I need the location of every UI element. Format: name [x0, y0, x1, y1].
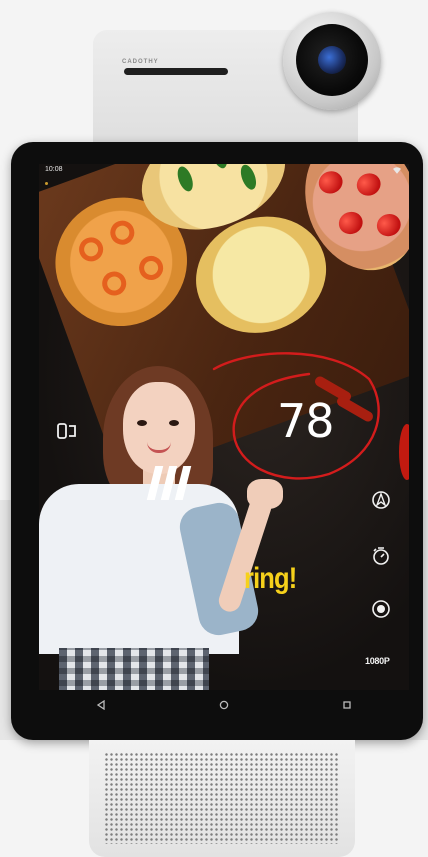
pepper-topping	[75, 233, 107, 265]
pepper-topping	[135, 252, 167, 284]
tomato-edge	[399, 424, 409, 480]
status-indicator-dot	[45, 182, 48, 185]
tomato-topping	[373, 210, 404, 240]
promo-text: ring!	[244, 562, 297, 595]
recents-square-icon	[343, 701, 351, 709]
speaker-grille	[104, 752, 338, 844]
basil-topping	[174, 164, 196, 194]
navigation-button[interactable]	[370, 489, 392, 511]
person-face	[123, 382, 195, 474]
timer-button[interactable]	[370, 545, 392, 567]
switch-camera-icon[interactable]	[56, 420, 78, 442]
tomato-topping	[335, 208, 366, 238]
eye	[169, 420, 179, 426]
stripe-graphic	[146, 466, 192, 502]
privacy-slot	[124, 68, 228, 75]
screen[interactable]: 10:08 ring! 78 1080P	[39, 164, 409, 690]
recents-button[interactable]	[337, 695, 357, 715]
smile	[147, 442, 171, 453]
back-button[interactable]	[91, 695, 111, 715]
timer-icon	[373, 547, 389, 565]
chili-pepper	[335, 394, 375, 424]
back-triangle-icon	[96, 700, 105, 710]
tomato-topping	[315, 167, 346, 197]
pepper-topping	[106, 217, 138, 249]
home-circle-icon	[219, 700, 229, 710]
person-hand	[247, 479, 283, 509]
navigation-icon	[372, 491, 390, 509]
status-time: 10:08	[45, 166, 63, 173]
pepper-topping	[98, 268, 130, 299]
basil-topping	[208, 164, 230, 171]
tomato-topping	[353, 170, 384, 199]
score-value: 78	[277, 394, 335, 448]
resolution-label[interactable]: 1080P	[365, 656, 390, 666]
wooden-board	[39, 164, 409, 482]
person-skirt	[59, 648, 209, 690]
record-icon	[372, 600, 390, 618]
navigation-bar	[39, 692, 409, 718]
home-button[interactable]	[214, 695, 234, 715]
record-button[interactable]	[370, 598, 392, 620]
wifi-icon	[393, 167, 401, 174]
camera-lens-core	[318, 46, 346, 74]
brand-label: CADOTHY	[122, 59, 159, 65]
eye	[137, 420, 147, 426]
basil-topping	[237, 164, 260, 192]
